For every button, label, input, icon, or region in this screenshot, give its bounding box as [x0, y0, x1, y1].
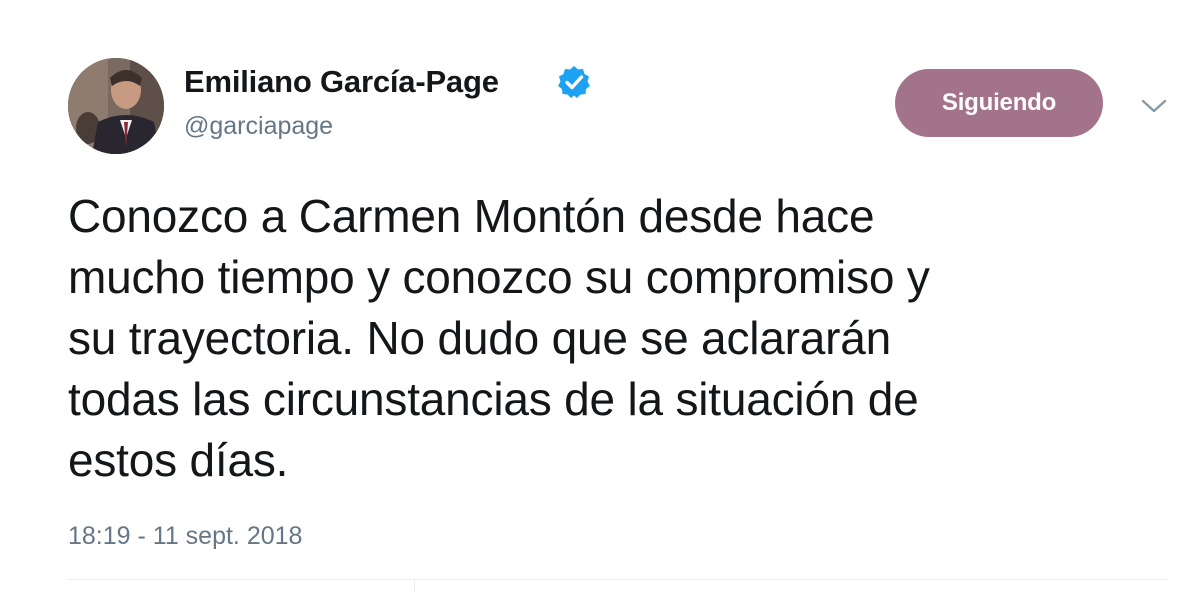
author-name[interactable]: Emiliano García-Page [184, 64, 499, 100]
divider [68, 579, 1168, 580]
tweet-text-line: mucho tiempo y conozco su compromiso y [68, 251, 930, 303]
following-button[interactable]: Siguiendo [895, 69, 1103, 137]
tweet-text: Conozco a Carmen Montón desde hace mucho… [68, 186, 1148, 491]
avatar[interactable] [68, 58, 164, 154]
divider-tick [414, 579, 415, 593]
author-handle[interactable]: @garciapage [184, 112, 333, 141]
tweet-timestamp[interactable]: 18:19 - 11 sept. 2018 [68, 522, 302, 551]
tweet-text-line: su trayectoria. No dudo que se aclararán [68, 312, 892, 364]
verified-badge-icon [558, 66, 590, 98]
tweet-text-line: Conozco a Carmen Montón desde hace [68, 190, 875, 242]
tweet-card: Emiliano García-Page @garciapage Siguien… [0, 0, 1200, 593]
tweet-text-line: estos días. [68, 434, 289, 486]
tweet-text-line: todas las circunstancias de la situación… [68, 373, 919, 425]
avatar-photo [68, 58, 164, 154]
chevron-down-icon[interactable] [1140, 96, 1168, 116]
